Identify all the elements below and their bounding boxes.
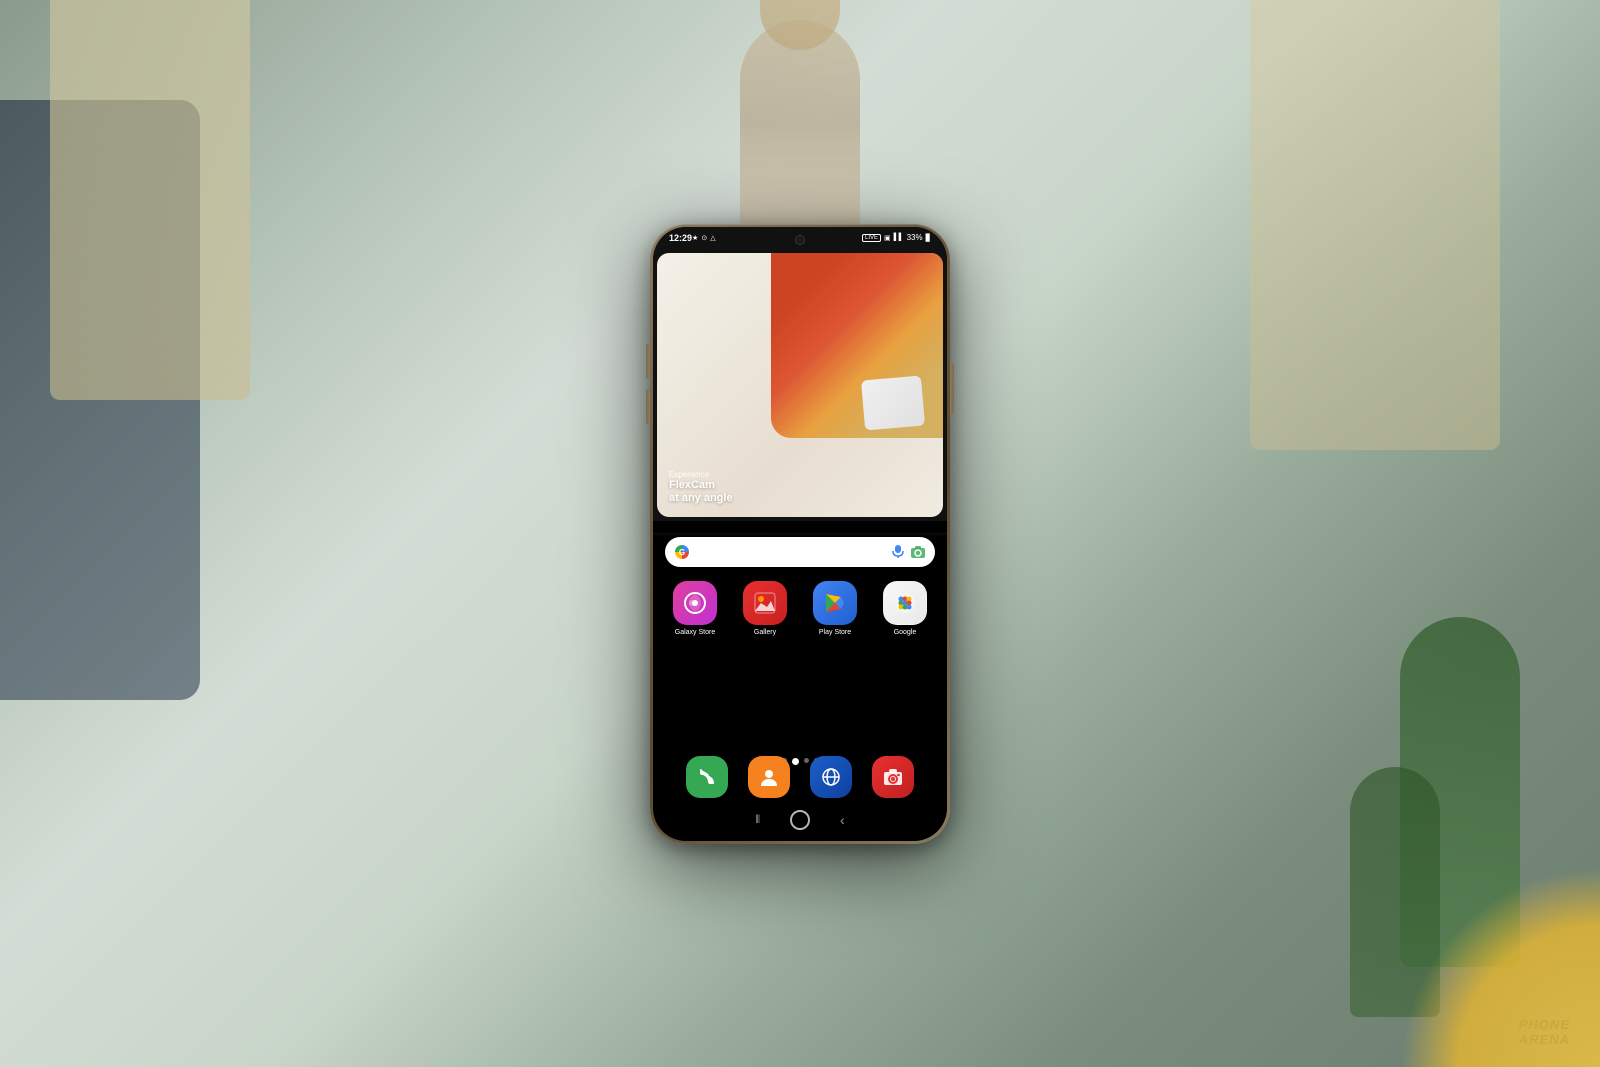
nav-bar: ⫴ ‹ (653, 810, 947, 830)
galaxy-store-app[interactable]: Galaxy Store (669, 581, 721, 636)
back-button[interactable]: ‹ (840, 812, 845, 828)
star-icon: ★ (692, 234, 698, 242)
gallery-icon (743, 581, 787, 625)
play-store-icon (813, 581, 857, 625)
main-scene: 12:29 ★ ⊙ △ LIVE ▣ ▌▌ 33% ▊ (0, 0, 1600, 1067)
galaxy-store-icon (673, 581, 717, 625)
gallery-label: Gallery (754, 629, 776, 636)
location-icon: △ (710, 234, 715, 242)
battery-indicator: 33% (907, 233, 923, 242)
wifi-icon: ▣ (884, 234, 891, 242)
selfie-camera (795, 235, 805, 245)
home-button[interactable] (790, 810, 810, 830)
phone-app[interactable] (686, 756, 728, 798)
signal-icon: ▌▌ (894, 234, 904, 241)
phone-frame: 12:29 ★ ⊙ △ LIVE ▣ ▌▌ 33% ▊ (650, 224, 950, 844)
flexcam-widget: Experience FlexCam at any angle (657, 253, 943, 518)
phone-screen: 12:29 ★ ⊙ △ LIVE ▣ ▌▌ 33% ▊ (653, 227, 947, 841)
volume-up-button (646, 344, 650, 379)
live-label: LIVE (862, 234, 881, 242)
google-app[interactable]: Google (879, 581, 931, 636)
recent-apps-icon[interactable]: ⫴ (755, 814, 760, 827)
play-store-label: Play Store (819, 629, 851, 636)
galaxy-store-label: Galaxy Store (675, 629, 715, 636)
dock (653, 756, 947, 798)
widget-image (771, 253, 943, 438)
power-button (950, 364, 954, 414)
status-time: 12:29 (669, 233, 692, 243)
widget-headline: FlexCam at any angle (669, 479, 931, 505)
phone: 12:29 ★ ⊙ △ LIVE ▣ ▌▌ 33% ▊ (650, 224, 950, 844)
google-logo: G (675, 545, 689, 559)
samsung-internet-app[interactable] (810, 756, 852, 798)
play-store-app[interactable]: Play Store (809, 581, 861, 636)
notification-icon: ⊙ (701, 234, 707, 242)
phonearena-watermark: PHONE ARENA (1519, 1018, 1570, 1047)
fold-crease (653, 532, 947, 536)
contacts-app[interactable] (748, 756, 790, 798)
phone-upper-screen: 12:29 ★ ⊙ △ LIVE ▣ ▌▌ 33% ▊ (653, 227, 947, 522)
widget-text-area: Experience FlexCam at any angle (669, 470, 931, 505)
volume-down-button (646, 389, 650, 424)
status-icons-right: LIVE ▣ ▌▌ 33% ▊ (862, 233, 931, 242)
status-icons-left: ★ ⊙ △ (692, 234, 716, 242)
phone-lower-screen: G (653, 521, 947, 840)
battery-icon: ▊ (926, 234, 931, 242)
google-icon (883, 581, 927, 625)
widget-background: Experience FlexCam at any angle (657, 253, 943, 518)
gallery-app[interactable]: Gallery (739, 581, 791, 636)
lens-search-icon[interactable] (911, 545, 925, 559)
widget-tag: Experience (669, 470, 931, 479)
voice-search-icon[interactable] (891, 545, 905, 559)
camera-app[interactable] (872, 756, 914, 798)
app-grid: Galaxy Store Gallery (653, 581, 947, 636)
google-search-bar[interactable]: G (665, 537, 935, 567)
google-label: Google (894, 629, 917, 636)
